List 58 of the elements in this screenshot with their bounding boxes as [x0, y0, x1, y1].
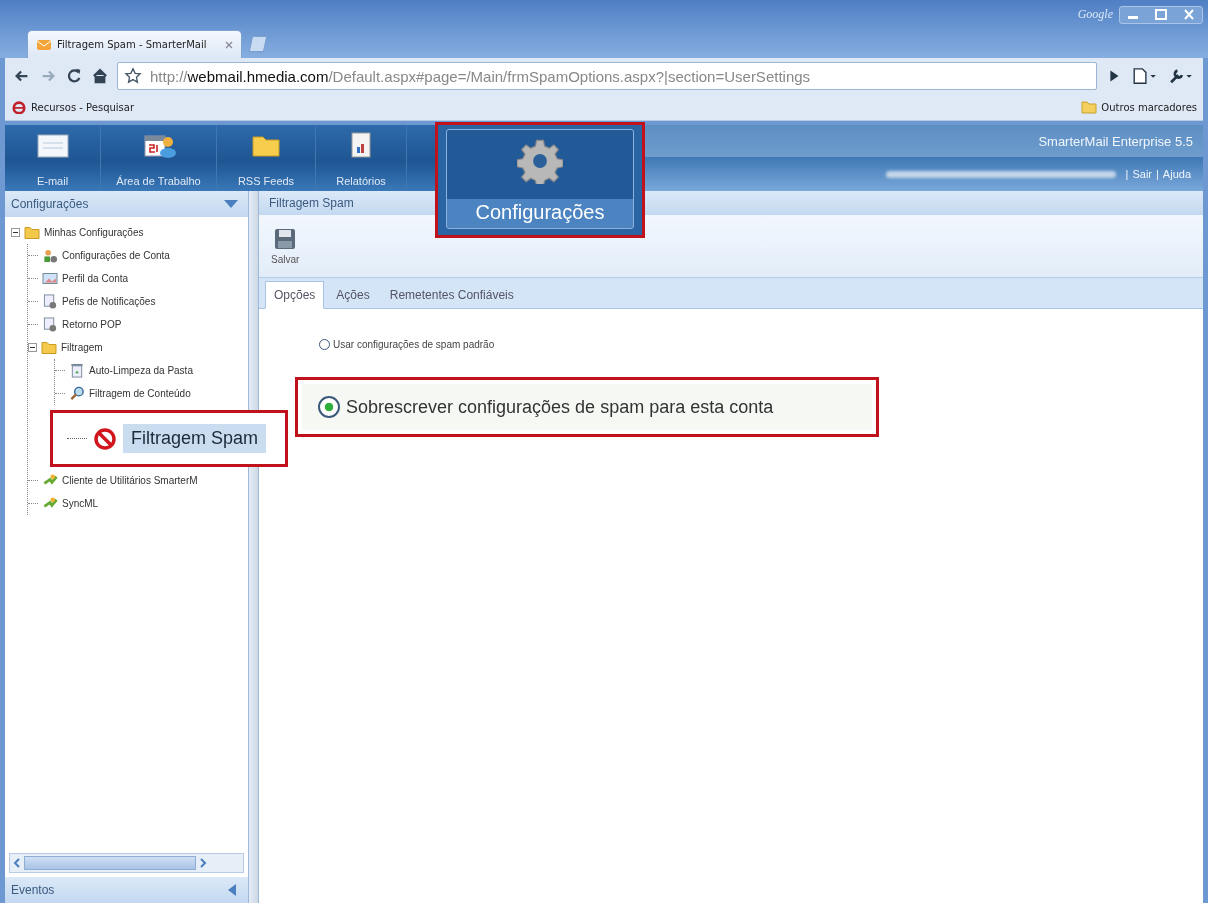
- envelope-icon: [35, 131, 70, 159]
- home-icon[interactable]: [91, 67, 109, 85]
- tree-item[interactable]: Cliente de Utilitários SmarterM: [62, 475, 198, 486]
- magnifier-icon: [69, 386, 85, 401]
- tree-item[interactable]: Filtragem: [61, 342, 103, 353]
- sidebar-header[interactable]: Configurações: [5, 191, 248, 217]
- tree-item[interactable]: Configurações de Conta: [62, 250, 170, 261]
- prohibited-icon: [93, 426, 117, 451]
- folder-icon: [1081, 100, 1098, 114]
- sidebar-footer[interactable]: Eventos: [5, 877, 248, 903]
- save-button[interactable]: Salvar: [267, 223, 304, 269]
- reload-icon[interactable]: [65, 67, 83, 85]
- tree-item[interactable]: Filtragem Spam: [123, 424, 267, 453]
- tree-item[interactable]: SyncML: [62, 498, 99, 509]
- product-title: SmarterMail Enterprise 5.5: [1038, 133, 1193, 149]
- close-icon[interactable]: [225, 40, 233, 49]
- tab[interactable]: Opções: [265, 281, 325, 309]
- star-icon[interactable]: [124, 67, 142, 85]
- radio-button[interactable]: [318, 396, 340, 418]
- dropdown-arrow-icon[interactable]: [224, 200, 238, 208]
- tree-item[interactable]: Perfil da Conta: [62, 273, 129, 284]
- nav-button[interactable]: E-mail: [5, 125, 101, 191]
- separator-text: |: [1156, 168, 1159, 180]
- logo-text: Google: [1077, 7, 1113, 22]
- picture-icon: [42, 271, 58, 286]
- radio-button[interactable]: [319, 339, 330, 350]
- document-gear-icon: [42, 294, 58, 309]
- document-gear-icon: [42, 317, 58, 332]
- address-field[interactable]: http://webmail.hmedia.com/Default.aspx#page=/Main/frmSpamOptions.aspx?|section=UserSettings: [117, 62, 1097, 90]
- tree-item[interactable]: Retorno POP: [62, 319, 122, 330]
- tab[interactable]: Ações: [328, 282, 378, 308]
- tree-item[interactable]: Auto-Limpeza da Pasta: [89, 365, 193, 376]
- folder-icon: [41, 340, 57, 355]
- browser-tab[interactable]: Filtragem Spam - SmarterMail: [27, 30, 242, 58]
- collapse-icon[interactable]: [28, 343, 37, 352]
- separator-text: |: [1125, 168, 1129, 180]
- bin-icon: [69, 363, 85, 378]
- tree-item[interactable]: Pefis de Notificações: [62, 296, 156, 307]
- page-title: Filtragem Spam: [269, 196, 354, 210]
- radio-option[interactable]: Usar configurações de spam padrão: [319, 339, 1143, 350]
- envelope-icon: [36, 38, 52, 51]
- tab[interactable]: Remetentes Confiáveis: [381, 282, 522, 308]
- window-controls[interactable]: [1119, 6, 1203, 24]
- folder-icon: [24, 225, 40, 240]
- radio-option[interactable]: Sobrescrever configurações de spam para esta conta: [302, 384, 872, 430]
- collapse-arrow-icon[interactable]: [228, 884, 236, 896]
- collapse-icon[interactable]: [11, 228, 20, 237]
- horizontal-scrollbar[interactable]: [9, 853, 244, 873]
- tree-item[interactable]: Filtragem de Conteúdo: [89, 388, 191, 399]
- user-gear-icon: [42, 248, 58, 263]
- save-icon: [274, 227, 297, 250]
- nav-button[interactable]: Configurações: [446, 129, 634, 229]
- e-logo-icon: [11, 100, 27, 114]
- bookmark-link[interactable]: Recursos - Pesquisar: [11, 100, 135, 114]
- tree-item[interactable]: Minhas Configurações: [44, 227, 144, 238]
- other-bookmarks-link[interactable]: Outros marcadores: [1081, 100, 1197, 114]
- new-tab-icon[interactable]: [246, 35, 270, 53]
- gear-icon: [517, 138, 563, 184]
